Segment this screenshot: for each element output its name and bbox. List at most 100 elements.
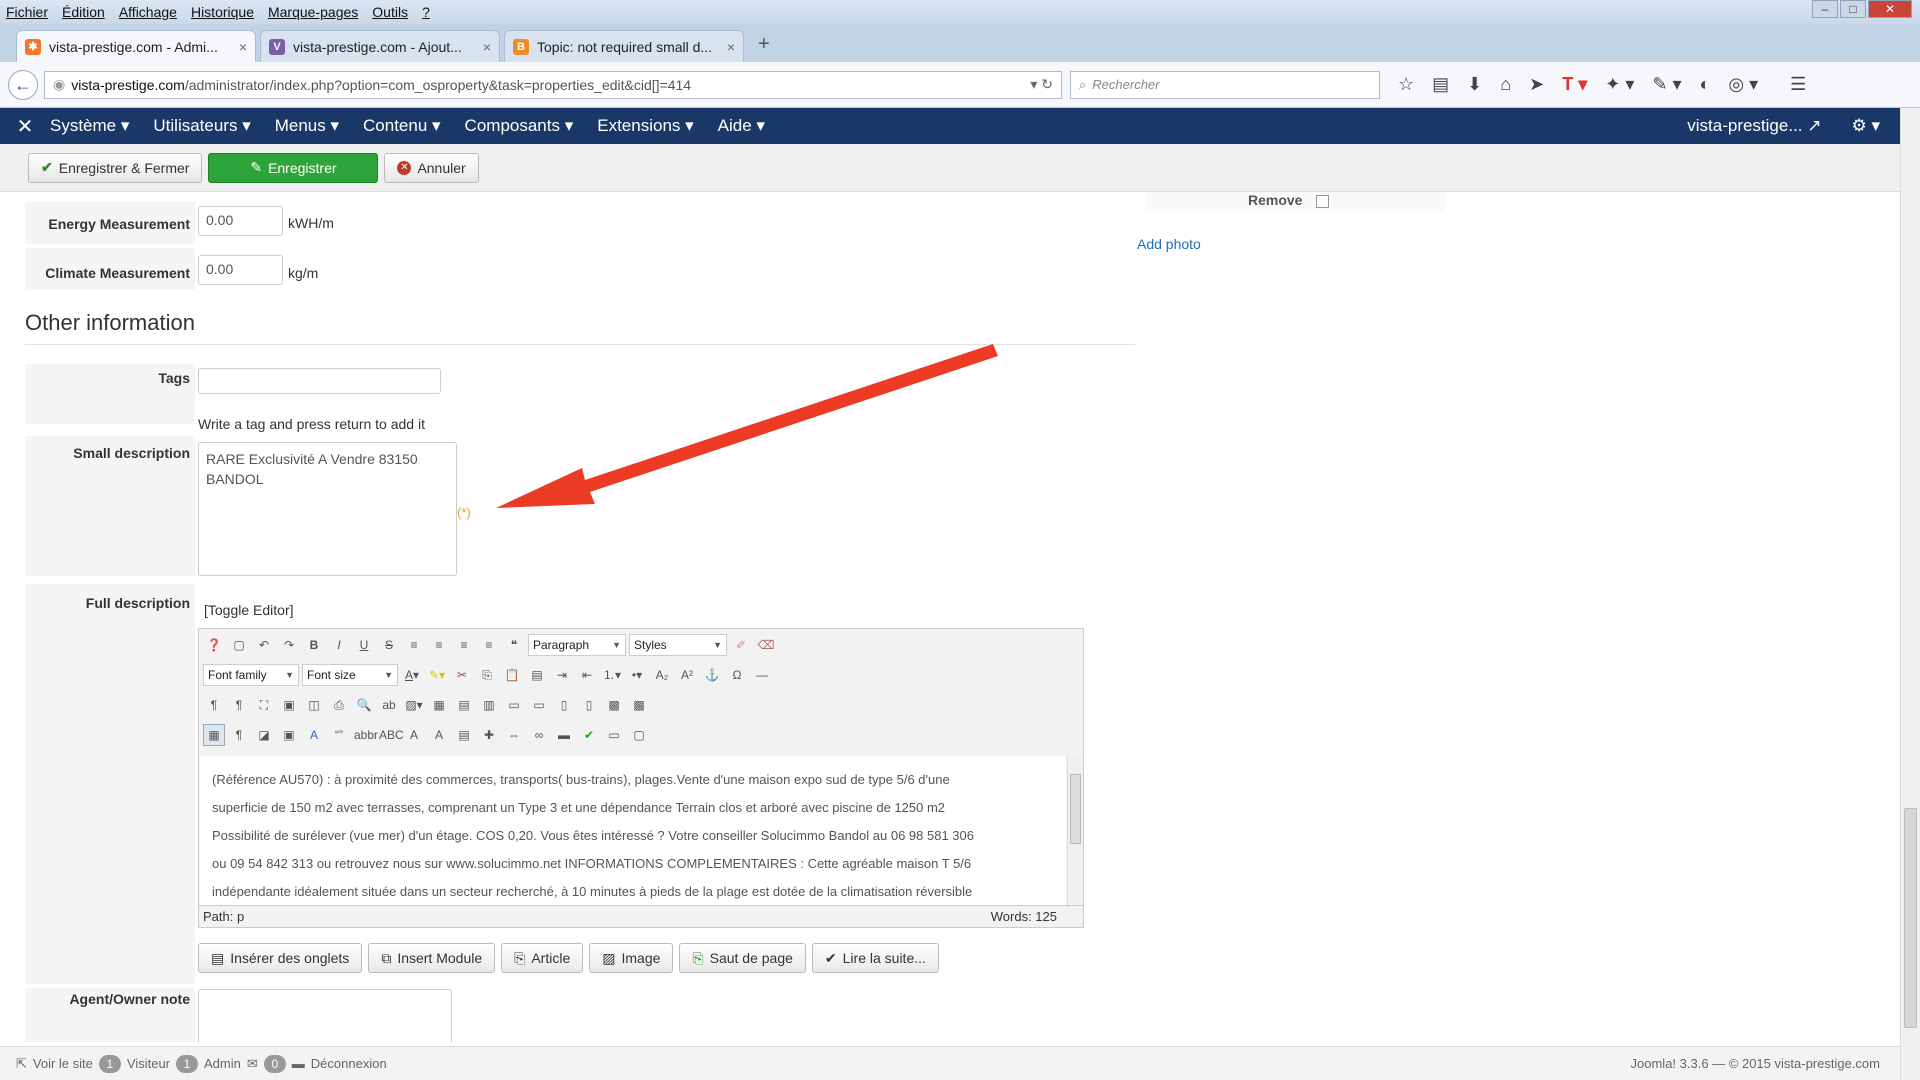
tab-topic[interactable]: B Topic: not required small d... ×: [504, 30, 744, 62]
outdent-icon[interactable]: ⇤: [576, 664, 598, 686]
reload-icon[interactable]: ▾ ↻: [1030, 76, 1053, 93]
url-bar[interactable]: ◉ vista-prestige.com /administrator/inde…: [44, 70, 1062, 99]
blockquote2-icon[interactable]: ▭: [603, 724, 625, 746]
del-icon[interactable]: A: [403, 724, 425, 746]
highlight-icon[interactable]: ✎▾: [426, 664, 448, 686]
visualblocks-icon[interactable]: ▢: [628, 724, 650, 746]
paste-text-icon[interactable]: ▤: [526, 664, 548, 686]
climate-input[interactable]: 0.00: [198, 255, 283, 285]
menu-edition[interactable]: Édition: [62, 4, 105, 20]
image-button[interactable]: ▨ Image: [589, 943, 674, 973]
text-color-icon[interactable]: A▾: [401, 664, 423, 686]
menu-affichage[interactable]: Affichage: [119, 4, 177, 20]
remove-checkbox[interactable]: [1316, 195, 1329, 208]
hamburger-menu-icon[interactable]: ☰: [1790, 74, 1806, 95]
editor-content[interactable]: (Référence AU570) : à proximité des comm…: [200, 756, 1066, 906]
browser-search-bar[interactable]: ⌕ Rechercher: [1070, 70, 1380, 99]
align-justify-icon[interactable]: ≡: [478, 634, 500, 656]
pen-icon[interactable]: ✎ ▾: [1652, 74, 1681, 95]
small-description-textarea[interactable]: RARE Exclusivité A Vendre 83150 BANDOL: [198, 442, 457, 576]
copy-icon[interactable]: ⎘: [476, 664, 498, 686]
preview-icon[interactable]: ◫: [303, 694, 325, 716]
site-link[interactable]: vista-prestige... ↗: [1687, 116, 1821, 136]
menu-help[interactable]: ?: [422, 4, 430, 20]
editor-scrollbar[interactable]: [1067, 756, 1083, 906]
font-size-select[interactable]: Font size ▼: [302, 664, 398, 686]
media-icon[interactable]: ▬: [553, 724, 575, 746]
t-extension-icon[interactable]: T ▾: [1562, 74, 1587, 95]
insert-image-icon[interactable]: ▨▾: [403, 694, 425, 716]
nav-menus[interactable]: Menus ▾: [275, 116, 339, 136]
link-icon[interactable]: ⚓: [701, 664, 723, 686]
new-document-icon[interactable]: ▢: [228, 634, 250, 656]
read-more-button[interactable]: ✔ Lire la suite...: [811, 943, 939, 973]
underline-icon[interactable]: U: [353, 634, 375, 656]
nav-contenu[interactable]: Contenu ▾: [363, 116, 441, 136]
format-select[interactable]: Paragraph ▼: [528, 634, 626, 656]
pagebreak-icon[interactable]: ⇔: [503, 724, 525, 746]
row-props-icon[interactable]: ▤: [453, 694, 475, 716]
minimize-button[interactable]: –: [1812, 0, 1838, 18]
bookmark-star-icon[interactable]: ☆: [1398, 74, 1414, 95]
table-icon[interactable]: ▦: [203, 724, 225, 746]
font-family-select[interactable]: Font family ▼: [203, 664, 299, 686]
tab-admin[interactable]: ✱ vista-prestige.com - Admi... ×: [16, 30, 256, 62]
template-icon[interactable]: ▣: [278, 694, 300, 716]
visual-chars-icon[interactable]: ¶: [228, 724, 250, 746]
add-photo-link[interactable]: Add photo: [1137, 236, 1201, 252]
nav-aide[interactable]: Aide ▾: [718, 116, 765, 136]
print-icon[interactable]: ⎙: [328, 694, 350, 716]
tab-ajout[interactable]: V vista-prestige.com - Ajout... ×: [260, 30, 500, 62]
replace-icon[interactable]: ab: [378, 694, 400, 716]
insert-file-icon[interactable]: ◪: [253, 724, 275, 746]
page-scrollbar[interactable]: [1900, 108, 1920, 1080]
ltr-icon[interactable]: ¶: [203, 694, 225, 716]
delete-row-icon[interactable]: ▭: [528, 694, 550, 716]
redo-icon[interactable]: ↷: [278, 634, 300, 656]
align-right-icon[interactable]: ≡: [453, 634, 475, 656]
close-window-button[interactable]: ✕: [1868, 0, 1912, 18]
align-center-icon[interactable]: ≡: [428, 634, 450, 656]
menu-historique[interactable]: Historique: [191, 4, 254, 20]
energy-input[interactable]: 0.00: [198, 206, 283, 236]
cancel-button[interactable]: ✕ Annuler: [384, 152, 479, 183]
addon-icon[interactable]: ◐: [1700, 74, 1711, 95]
italic-icon[interactable]: I: [328, 634, 350, 656]
insert-module-button[interactable]: ⧉ Insert Module: [368, 943, 496, 973]
download-icon[interactable]: ⬇: [1467, 74, 1482, 95]
menu-outils[interactable]: Outils: [372, 4, 408, 20]
ordered-list-icon[interactable]: ⒈▾: [601, 664, 623, 686]
undo-icon[interactable]: ↶: [253, 634, 275, 656]
blockquote-icon[interactable]: ❝: [503, 634, 525, 656]
bold-icon[interactable]: B: [303, 634, 325, 656]
save-button[interactable]: ✎ Enregistrer: [208, 152, 379, 183]
home-icon[interactable]: ⌂: [1500, 74, 1511, 95]
strikethrough-icon[interactable]: S: [378, 634, 400, 656]
back-button[interactable]: ←: [8, 69, 38, 100]
paste-icon[interactable]: 📋: [501, 664, 523, 686]
page-break-button[interactable]: ⎘ Saut de page: [679, 943, 806, 973]
nav-extensions[interactable]: Extensions ▾: [597, 116, 693, 136]
menu-fichier[interactable]: Fichier: [6, 4, 48, 20]
unordered-list-icon[interactable]: •▾: [626, 664, 648, 686]
page-scroll-thumb[interactable]: [1904, 808, 1917, 1028]
shield-icon[interactable]: ◎ ▾: [1728, 74, 1758, 95]
nonbreaking-icon[interactable]: ✚: [478, 724, 500, 746]
table-props-icon[interactable]: ▦: [428, 694, 450, 716]
view-site-link[interactable]: Voir le site: [33, 1056, 93, 1071]
cut-icon[interactable]: ✂: [451, 664, 473, 686]
tags-input[interactable]: [198, 368, 441, 394]
split-cells-icon[interactable]: ▩: [628, 694, 650, 716]
close-tab-icon[interactable]: ×: [727, 39, 735, 55]
insert-col-icon[interactable]: ▯: [553, 694, 575, 716]
insert-tabs-button[interactable]: ▤ Insérer des onglets: [198, 943, 363, 973]
nav-systeme[interactable]: Système ▾: [50, 116, 129, 136]
special-char-icon[interactable]: Ω: [726, 664, 748, 686]
help-icon[interactable]: ❓: [203, 634, 225, 656]
settings-menu[interactable]: ⚙ ▾: [1852, 116, 1881, 136]
horizontal-rule-icon[interactable]: —: [751, 664, 773, 686]
joomla-logo-icon[interactable]: ✕: [0, 114, 50, 139]
insert-row-icon[interactable]: ▭: [503, 694, 525, 716]
cite-icon[interactable]: “”: [328, 724, 350, 746]
delete-col-icon[interactable]: ▯: [578, 694, 600, 716]
